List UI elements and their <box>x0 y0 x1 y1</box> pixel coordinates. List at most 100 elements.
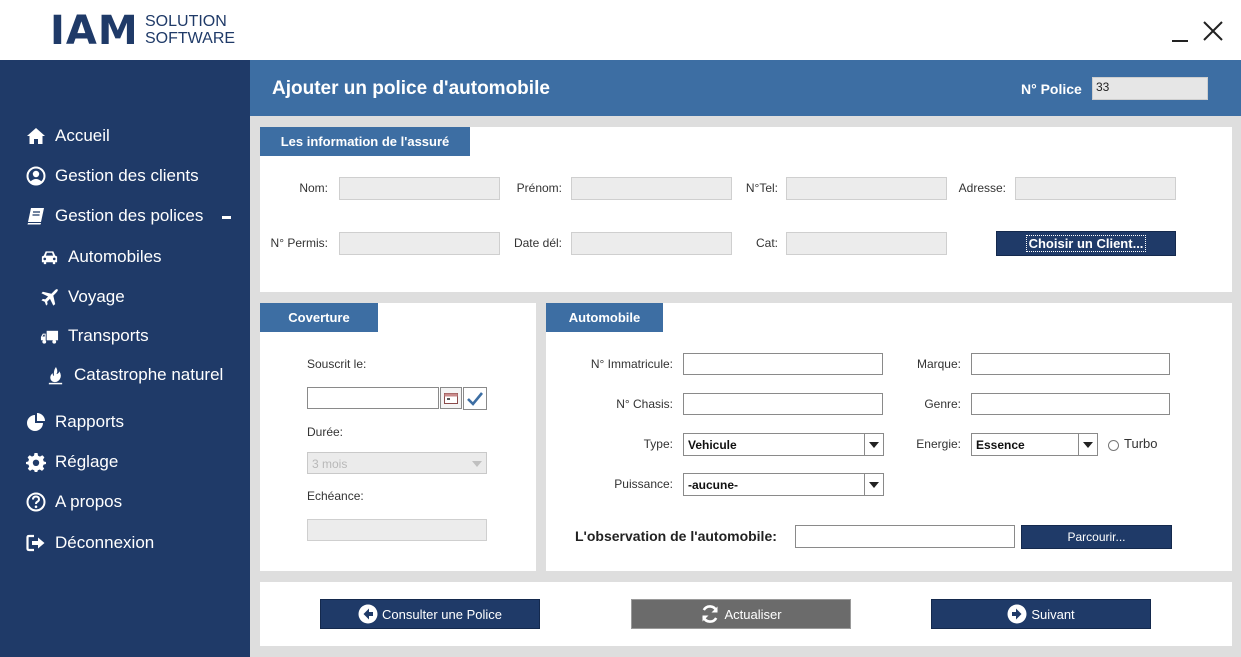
sidebar-item-label: Voyage <box>68 287 125 306</box>
page-title: Ajouter un police d'automobile <box>272 78 550 99</box>
chevron-down-icon <box>864 474 883 495</box>
close-icon <box>1203 21 1223 41</box>
minimize-button[interactable] <box>1172 40 1188 42</box>
sidebar-item-transports[interactable]: Transports <box>38 321 149 351</box>
date-label: Date dél: <box>513 236 562 250</box>
observation-label: L'observation de l'automobile: <box>575 528 777 544</box>
page-header: Ajouter un police d'automobile N° Police… <box>250 60 1241 116</box>
truck-icon <box>38 325 60 347</box>
gear-icon <box>25 451 47 473</box>
marque-field[interactable] <box>971 353 1170 375</box>
type-value: Vehicule <box>688 438 737 452</box>
automobile-panel: Automobile N° Immatricule: Marque: N° Ch… <box>546 303 1232 571</box>
arrow-left-circle-icon <box>358 604 378 624</box>
home-icon <box>25 125 47 147</box>
prenom-field[interactable] <box>571 177 732 200</box>
adresse-label: Adresse: <box>958 181 1006 195</box>
sidebar-item-rapports[interactable]: Rapports <box>25 407 124 437</box>
souscrit-field[interactable] <box>307 387 439 409</box>
logo-subtitle-line-2: SOFTWARE <box>145 30 236 47</box>
collapse-icon[interactable] <box>222 216 231 219</box>
echeance-label: Echéance: <box>307 489 364 503</box>
marque-label: Marque: <box>916 357 961 371</box>
sidebar-item-label: Gestion des clients <box>55 166 199 185</box>
logo: IAM <box>50 8 139 54</box>
main-content: Ajouter un police d'automobile N° Police… <box>250 60 1241 657</box>
genre-field[interactable] <box>971 393 1170 415</box>
sidebar: Accueil Gestion des clients Gestion des … <box>0 60 250 657</box>
assure-tab: Les information de l'assuré <box>260 127 470 156</box>
choose-client-label: Choisir un Client... <box>1025 235 1147 252</box>
tel-field[interactable] <box>786 177 947 200</box>
assure-panel: Les information de l'assuré Nom: Prénom:… <box>260 127 1232 292</box>
chevron-down-icon <box>467 453 486 474</box>
logo-subtitle-line-1: SOLUTION <box>145 13 227 30</box>
couverture-tab: Coverture <box>260 303 378 332</box>
actualiser-button[interactable]: Actualiser <box>631 599 851 629</box>
close-button[interactable] <box>1200 18 1226 44</box>
puissance-value: -aucune- <box>688 478 739 492</box>
actions-panel: Consulter une Police Actualiser Suivant <box>260 582 1232 646</box>
permis-label: N° Permis: <box>270 236 328 250</box>
chasis-field[interactable] <box>683 393 883 415</box>
sidebar-item-label: Transports <box>68 326 149 345</box>
energie-label: Energie: <box>916 437 961 451</box>
suivant-label: Suivant <box>1031 606 1075 622</box>
calendar-button[interactable] <box>440 387 462 409</box>
sidebar-item-apropos[interactable]: A propos <box>25 487 122 517</box>
calendar-icon <box>444 393 458 404</box>
tel-label: N°Tel: <box>745 181 778 195</box>
sidebar-item-voyage[interactable]: Voyage <box>38 282 125 312</box>
sidebar-item-label: Automobiles <box>68 247 162 266</box>
sidebar-item-reglage[interactable]: Réglage <box>25 447 118 477</box>
puissance-select[interactable]: -aucune- <box>683 473 884 496</box>
date-field[interactable] <box>571 232 732 255</box>
confirm-date-button[interactable] <box>463 387 487 410</box>
immatricule-field[interactable] <box>683 353 883 375</box>
energie-select[interactable]: Essence <box>971 433 1098 456</box>
logo-subtitle: SOLUTION SOFTWARE <box>145 13 235 47</box>
sidebar-item-label: Accueil <box>55 126 110 145</box>
sidebar-item-automobiles[interactable]: Automobiles <box>38 242 162 272</box>
observation-field[interactable] <box>795 525 1015 548</box>
police-number-label: N° Police <box>1021 81 1082 97</box>
adresse-field[interactable] <box>1015 177 1176 200</box>
echeance-field[interactable] <box>307 519 487 541</box>
sidebar-item-catastrophe[interactable]: Catastrophe naturel <box>44 360 223 390</box>
sidebar-item-accueil[interactable]: Accueil <box>25 121 110 151</box>
sidebar-item-label: Déconnexion <box>55 533 155 552</box>
cat-field[interactable] <box>786 232 947 255</box>
choose-client-button[interactable]: Choisir un Client... <box>996 231 1176 256</box>
nom-label: Nom: <box>299 181 328 195</box>
sidebar-item-label: Gestion des polices <box>55 206 204 225</box>
sidebar-item-polices[interactable]: Gestion des polices <box>25 201 203 231</box>
consulter-police-button[interactable]: Consulter une Police <box>320 599 540 629</box>
nom-field[interactable] <box>339 177 500 200</box>
souscrit-label: Souscrit le: <box>307 357 367 371</box>
checkmark-icon <box>467 391 484 406</box>
sign-out-icon <box>25 532 47 554</box>
type-select[interactable]: Vehicule <box>683 433 884 456</box>
pie-chart-icon <box>25 411 47 433</box>
immatricule-label: N° Immatricule: <box>590 357 673 371</box>
sidebar-item-clients[interactable]: Gestion des clients <box>25 161 199 191</box>
chevron-down-icon <box>864 434 883 455</box>
question-icon <box>25 491 47 513</box>
suivant-button[interactable]: Suivant <box>931 599 1151 629</box>
police-number-field[interactable]: 33 <box>1092 77 1208 100</box>
parcourir-button[interactable]: Parcourir... <box>1021 525 1172 549</box>
user-circle-icon <box>25 165 47 187</box>
car-icon <box>38 246 60 268</box>
turbo-radio[interactable] <box>1108 440 1119 451</box>
duree-select[interactable]: 3 mois <box>307 452 487 474</box>
fire-icon <box>44 364 66 386</box>
sidebar-item-deconnexion[interactable]: Déconnexion <box>25 528 154 558</box>
sidebar-item-label: Rapports <box>55 412 124 431</box>
permis-field[interactable] <box>339 232 500 255</box>
cat-label: Cat: <box>755 236 778 250</box>
automobile-tab: Automobile <box>546 303 663 332</box>
refresh-icon <box>700 604 720 624</box>
book-icon <box>25 205 47 227</box>
turbo-label: Turbo <box>1124 436 1158 451</box>
duree-label: Durée: <box>307 425 344 439</box>
